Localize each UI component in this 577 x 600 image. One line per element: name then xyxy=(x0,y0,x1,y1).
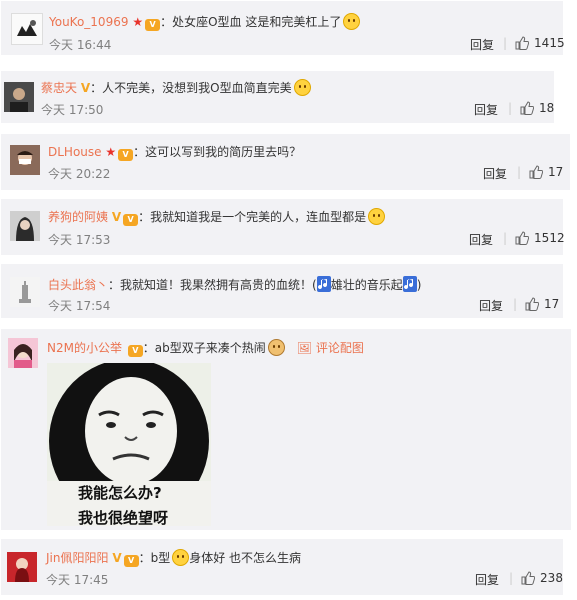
cat-emoji-icon xyxy=(172,549,190,566)
like-button[interactable]: | 1415 xyxy=(503,36,565,50)
thumbs-up-icon xyxy=(525,297,540,311)
comment-line: DLHouse ★ V ：这可以写到我的简历里去吗？ xyxy=(48,144,301,161)
username-link[interactable]: N2M的小公举 xyxy=(47,341,122,355)
like-count: 18 xyxy=(539,101,555,115)
comment-card: 蔡忠天 V：人不完美，没想到我O型血简直完美 今天 17:50 回复 | 18 xyxy=(1,71,554,123)
username-link[interactable]: DLHouse xyxy=(48,145,102,159)
username-link[interactable]: YouKo_10969 xyxy=(49,15,128,29)
music-note-icon xyxy=(402,276,417,292)
reply-button[interactable]: 回复 xyxy=(483,165,507,182)
avatar[interactable] xyxy=(11,13,43,45)
verified-v-icon: V xyxy=(112,551,122,565)
username-link[interactable]: 蔡忠天 xyxy=(41,81,77,95)
username-link[interactable]: 白头此翁丶 xyxy=(48,278,108,292)
comment-card: DLHouse ★ V ：这可以写到我的简历里去吗？ 今天 20:22 回复 | 17 xyxy=(1,134,570,190)
avatar[interactable] xyxy=(7,552,37,582)
comment-card: N2M的小公举 V ：ab型双子来凑个热闹 🖼 评论配图 我能怎么办? 我也很绝望呀 xyxy=(1,329,571,530)
grin-emoji-icon xyxy=(343,13,361,30)
comment-text: ：ab型双子来凑个热闹 xyxy=(142,341,266,355)
comment-picture[interactable]: 我能怎么办? 我也很绝望呀 xyxy=(47,363,211,526)
username-link[interactable]: 养狗的阿姨 xyxy=(48,210,108,224)
comment-text-end: ) xyxy=(416,278,422,292)
thumbs-up-icon xyxy=(529,165,544,179)
comment-text: ：我就知道我是一个完美的人，连血型都是 xyxy=(138,210,367,224)
music-note-icon xyxy=(316,276,331,292)
avatar[interactable] xyxy=(10,145,40,175)
comment-text: ：处女座O型血 这是和完美杠上了 xyxy=(160,15,342,29)
comment-text: 身体好 也不怎么生病 xyxy=(189,551,302,565)
comment-card: Jin佩阳阳阳 V V ：b型 身体好 也不怎么生病 今天 17:45 回复 | 238 xyxy=(1,539,563,595)
username-link[interactable]: Jin佩阳阳阳 xyxy=(46,551,108,565)
like-count: 238 xyxy=(540,571,563,585)
like-count: 17 xyxy=(544,297,560,311)
like-count: 17 xyxy=(548,165,564,179)
like-button[interactable]: | 1512 xyxy=(503,231,565,245)
doge-emoji-icon xyxy=(267,339,285,356)
thumbs-up-icon xyxy=(521,571,536,585)
comment-text-pre: ：b型 xyxy=(138,551,171,565)
vip-icon: V xyxy=(145,19,161,31)
comment-time: 今天 17:54 xyxy=(48,299,111,313)
star-icon: ★ xyxy=(105,145,117,159)
thumbs-up-icon xyxy=(520,101,535,115)
reply-button[interactable]: 回复 xyxy=(479,297,503,314)
comment-line: 养狗的阿姨 V V ：我就知道我是一个完美的人，连血型都是 xyxy=(48,208,386,226)
meme-caption-2: 我也很绝望呀 xyxy=(78,509,169,526)
like-button[interactable]: | 18 xyxy=(508,101,554,115)
like-count: 1415 xyxy=(534,36,565,50)
comment-card: YouKo_10969 ★ V ：处女座O型血 这是和完美杠上了 今天 16:44 … xyxy=(1,1,565,55)
comment-picture-link[interactable]: 🖼 评论配图 xyxy=(297,341,364,355)
comment-time: 今天 17:45 xyxy=(46,573,109,587)
comment-time: 今天 16:44 xyxy=(49,38,112,52)
reply-button[interactable]: 回复 xyxy=(470,36,494,53)
peace-emoji-icon xyxy=(293,79,311,96)
vip-icon: V xyxy=(123,214,139,226)
star-icon: ★ xyxy=(132,15,144,29)
meme-caption-1: 我能怎么办? xyxy=(78,484,162,502)
comment-time: 今天 17:50 xyxy=(41,103,104,117)
like-button[interactable]: | 17 xyxy=(517,165,563,179)
comment-line: Jin佩阳阳阳 V V ：b型 身体好 也不怎么生病 xyxy=(46,549,301,567)
vip-icon: V xyxy=(123,555,139,567)
comment-line: 蔡忠天 V：人不完美，没想到我O型血简直完美 xyxy=(41,79,311,96)
cat-emoji-icon xyxy=(368,208,386,225)
avatar[interactable] xyxy=(10,211,40,241)
reply-button[interactable]: 回复 xyxy=(469,231,493,248)
vip-icon: V xyxy=(118,149,134,161)
vip-icon: V xyxy=(127,345,143,357)
comment-line: N2M的小公举 V ：ab型双子来凑个热闹 🖼 评论配图 xyxy=(47,339,364,357)
comment-line: 白头此翁丶：我就知道！我果然拥有高贵的血统！( 雄壮的音乐起) xyxy=(48,276,421,293)
comment-picture-label: 评论配图 xyxy=(315,341,364,355)
comment-text: ：这可以写到我的简历里去吗？ xyxy=(133,145,302,159)
comment-time: 今天 20:22 xyxy=(48,167,111,181)
like-button[interactable]: | 17 xyxy=(513,297,559,311)
thumbs-up-icon xyxy=(515,36,530,50)
verified-v-icon: V xyxy=(80,81,91,95)
avatar[interactable] xyxy=(8,338,38,368)
avatar[interactable] xyxy=(4,82,34,112)
comment-text: ：我就知道！我果然拥有高贵的血统！( xyxy=(108,278,317,292)
image-icon: 🖼 xyxy=(296,341,313,355)
avatar[interactable] xyxy=(10,277,40,307)
verified-v-icon: V xyxy=(111,210,122,224)
comment-card: 白头此翁丶：我就知道！我果然拥有高贵的血统！(雄壮的音乐起) 今天 17:54 … xyxy=(1,264,563,318)
reply-button[interactable]: 回复 xyxy=(475,571,499,588)
reply-button[interactable]: 回复 xyxy=(474,101,498,118)
comment-text-mid: 雄壮的音乐起 xyxy=(330,278,403,292)
comment-line: YouKo_10969 ★ V ：处女座O型血 这是和完美杠上了 xyxy=(49,13,361,31)
comment-text: ：人不完美，没想到我O型血简直完美 xyxy=(90,81,292,95)
comment-card: 养狗的阿姨 V V ：我就知道我是一个完美的人，连血型都是 今天 17:53 回复 … xyxy=(1,199,565,255)
like-count: 1512 xyxy=(534,231,565,245)
comment-time: 今天 17:53 xyxy=(48,233,111,247)
thumbs-up-icon xyxy=(515,231,530,245)
like-button[interactable]: | 238 xyxy=(509,571,563,585)
